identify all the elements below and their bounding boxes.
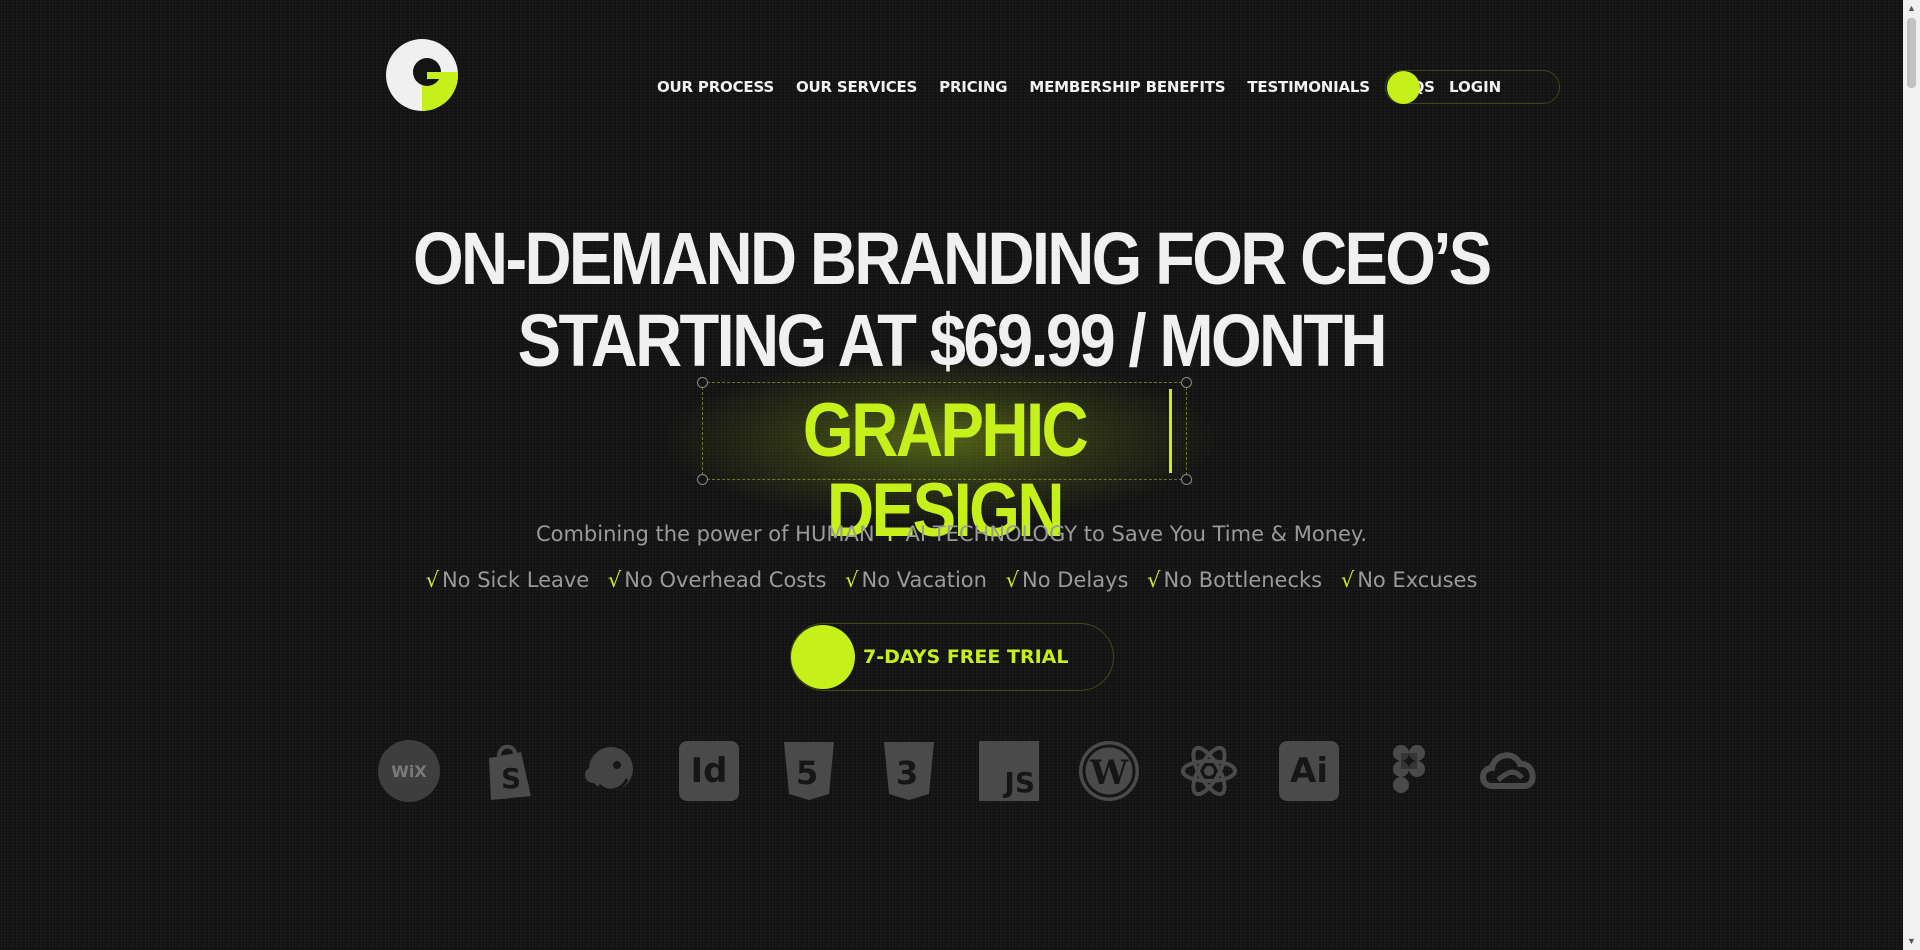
headline-line-1: ON-DEMAND BRANDING FOR CEO’S xyxy=(413,217,1492,300)
figma-icon xyxy=(1378,740,1440,802)
check-icon: √ xyxy=(1147,568,1161,592)
headline-line-2: STARTING AT $69.99 / MONTH xyxy=(517,299,1388,382)
svg-text:3: 3 xyxy=(896,754,918,792)
nav-testimonials[interactable]: TESTIMONIALS xyxy=(1247,78,1370,96)
indesign-icon-label: Id xyxy=(690,751,728,791)
indesign-icon: Id xyxy=(678,740,740,802)
scroll-up-icon[interactable]: ▲ xyxy=(1903,0,1920,17)
nav-membership-benefits[interactable]: MEMBERSHIP BENEFITS xyxy=(1029,78,1225,96)
benefit-item: √ No Vacation xyxy=(845,568,987,592)
cta-dot-icon xyxy=(791,625,855,689)
javascript-icon: JS xyxy=(978,740,1040,802)
benefit-label: No Bottlenecks xyxy=(1163,568,1323,592)
css3-icon: 3 xyxy=(878,740,940,802)
page-scrollbar[interactable]: ▲ ▼ xyxy=(1903,0,1920,950)
wix-icon-label: WiX xyxy=(391,761,427,781)
benefit-item: √ No Bottlenecks xyxy=(1147,568,1322,592)
subtitle-plus: + xyxy=(881,522,899,546)
html5-icon: 5 xyxy=(778,740,840,802)
subtitle-part-2: AI TECHNOLOGY to Save You Time & Money. xyxy=(905,522,1368,546)
tool-icons-row: WiX S Id 5 3 JS W Ai xyxy=(378,740,1540,802)
benefit-item: √ No Delays xyxy=(1006,568,1129,592)
illustrator-icon: Ai xyxy=(1278,740,1340,802)
check-icon: √ xyxy=(845,568,859,592)
benefits-list: √ No Sick Leave √ No Overhead Costs √ No Va… xyxy=(0,568,1903,592)
mailchimp-icon xyxy=(578,740,640,802)
scrollbar-thumb[interactable] xyxy=(1907,18,1916,88)
login-dot-icon xyxy=(1387,71,1420,104)
text-caret xyxy=(1169,389,1172,473)
main-nav: OUR PROCESS OUR SERVICES PRICING MEMBERS… xyxy=(657,78,1457,96)
shopify-icon: S xyxy=(478,740,540,802)
scroll-down-icon[interactable]: ▼ xyxy=(1903,933,1920,950)
typed-word-selection-box: GRAPHIC DESIGN xyxy=(697,377,1192,551)
nav-our-process[interactable]: OUR PROCESS xyxy=(657,78,774,96)
svg-text:W: W xyxy=(1089,753,1129,793)
check-icon: √ xyxy=(1340,568,1355,592)
benefit-label: No Sick Leave xyxy=(441,568,590,592)
wix-icon: WiX xyxy=(378,740,440,802)
benefit-label: No Delays xyxy=(1022,568,1129,592)
javascript-icon-label: JS xyxy=(1004,766,1035,799)
check-icon: √ xyxy=(425,568,439,592)
free-trial-label: 7-DAYS FREE TRIAL xyxy=(863,646,1069,668)
benefit-item: √ No Sick Leave xyxy=(426,568,590,592)
wordpress-icon: W xyxy=(1078,740,1140,802)
resize-handle-icon xyxy=(1181,474,1192,485)
benefit-item: √ No Excuses xyxy=(1341,568,1478,592)
check-icon: √ xyxy=(1005,568,1020,592)
benefit-label: No Vacation xyxy=(861,568,987,592)
resize-handle-icon xyxy=(1181,377,1192,388)
benefit-label: No Excuses xyxy=(1357,568,1478,592)
resize-handle-icon xyxy=(697,474,708,485)
benefit-item: √ No Overhead Costs xyxy=(608,568,827,592)
benefit-label: No Overhead Costs xyxy=(624,568,827,592)
svg-text:5: 5 xyxy=(796,754,818,792)
check-icon: √ xyxy=(607,568,622,592)
free-trial-button[interactable]: 7-DAYS FREE TRIAL xyxy=(790,623,1114,691)
svg-text:S: S xyxy=(501,762,521,795)
illustrator-icon-label: Ai xyxy=(1290,751,1328,791)
brand-logo[interactable] xyxy=(385,38,459,112)
login-label: LOGIN xyxy=(1449,78,1502,96)
login-button[interactable]: LOGIN xyxy=(1385,70,1560,104)
resize-handle-icon xyxy=(697,377,708,388)
nav-our-services[interactable]: OUR SERVICES xyxy=(796,78,917,96)
react-icon xyxy=(1178,740,1240,802)
subtitle-part-1: Combining the power of HUMAN xyxy=(535,522,875,546)
hero-headline: ON-DEMAND BRANDING FOR CEO’S STARTING AT… xyxy=(114,218,1789,382)
creative-cloud-icon xyxy=(1478,740,1540,802)
hero-subtitle: Combining the power of HUMAN + AI TECHNO… xyxy=(0,522,1903,546)
nav-pricing[interactable]: PRICING xyxy=(939,78,1007,96)
